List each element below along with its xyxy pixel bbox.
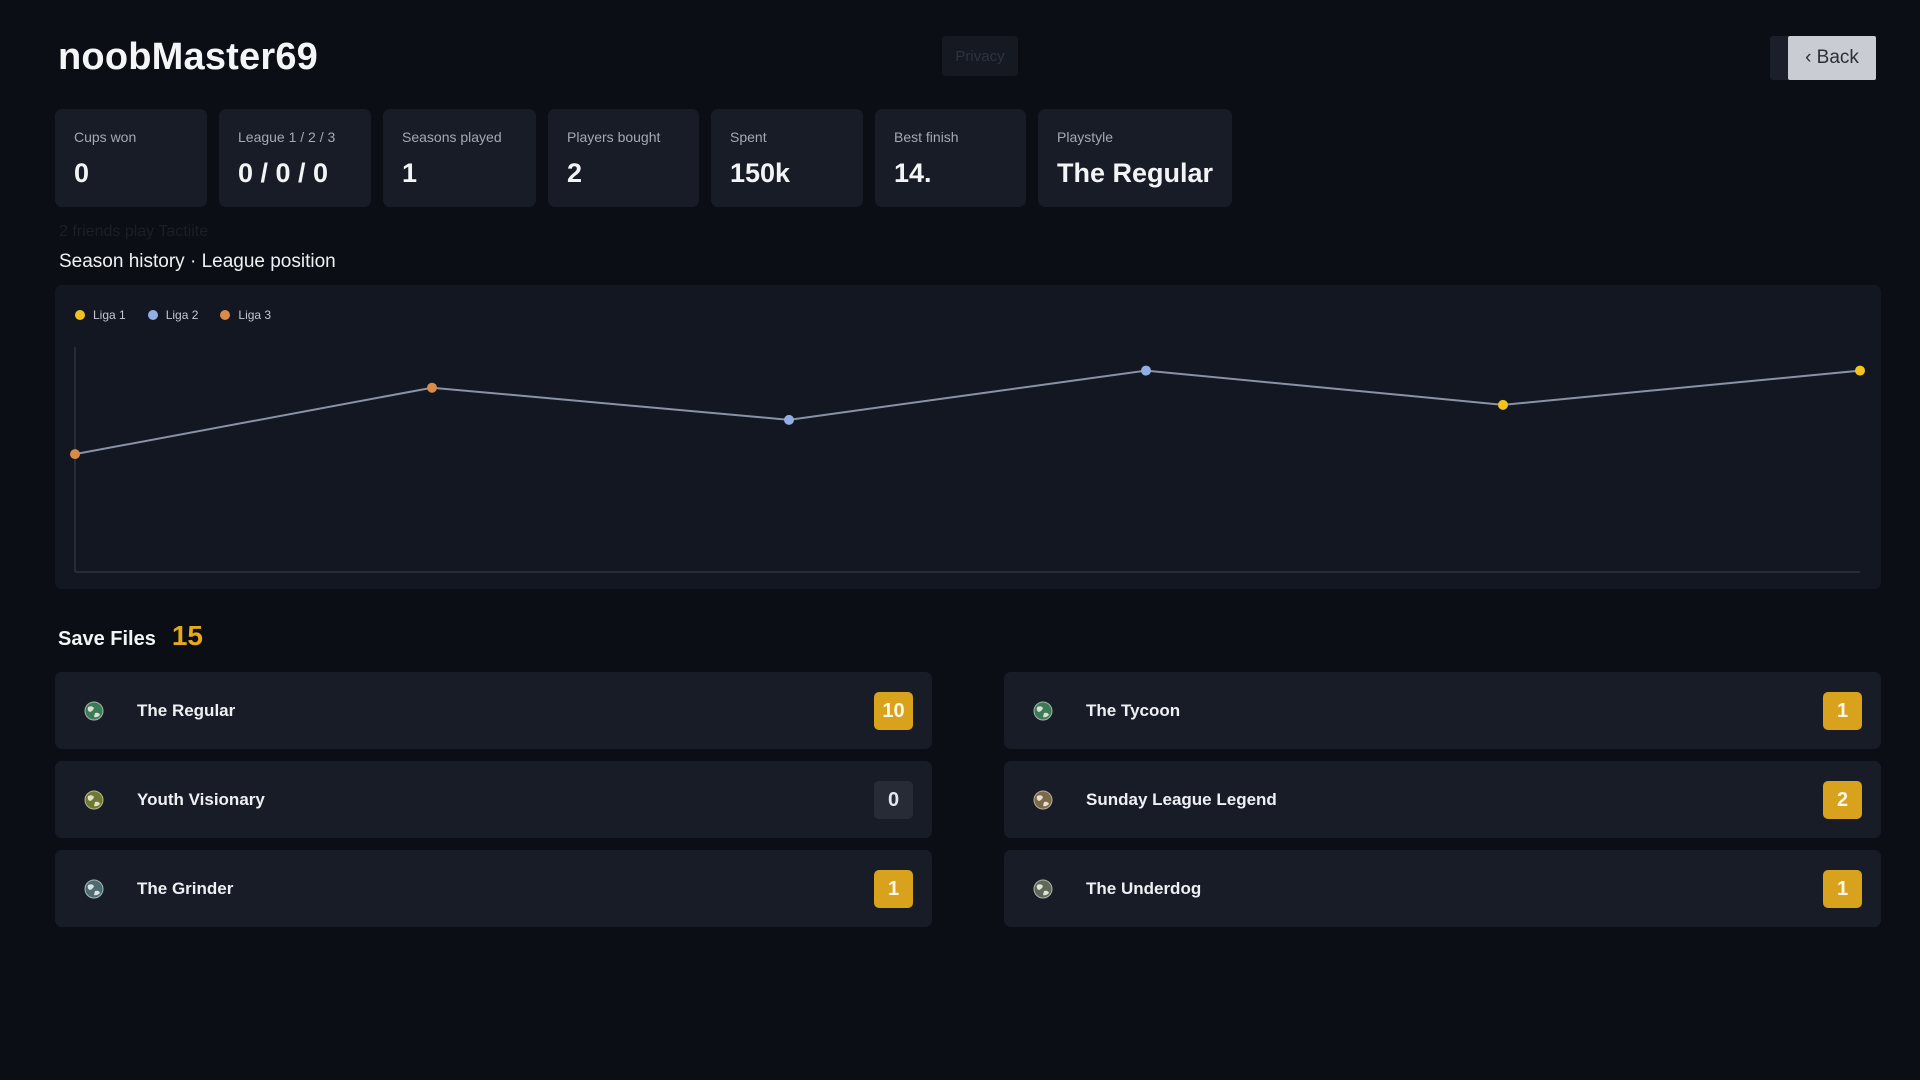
save-file-name: The Grinder (137, 878, 234, 898)
stat-value: 150k (730, 158, 791, 188)
privacy-link-ghost: Privacy (942, 36, 1018, 76)
stat-value: 2 (567, 158, 583, 188)
chart-plot (70, 347, 1865, 573)
stat-label: League 1 / 2 / 3 (238, 129, 336, 145)
chart-series-line (74, 369, 1861, 456)
season-history-chart: Liga 1 Liga 2 Liga 3 (55, 285, 1881, 589)
chart-point-4[interactable] (1498, 399, 1508, 410)
globe-icon (1033, 701, 1053, 721)
chart-point-3[interactable] (1141, 365, 1151, 376)
save-file-count-badge: 2 (1823, 781, 1862, 819)
stat-label: Cups won (74, 129, 137, 145)
globe-icon (84, 790, 104, 810)
save-file-name: The Regular (137, 700, 236, 720)
stat-league-titles: League 1 / 2 / 3 0 / 0 / 0 (219, 109, 371, 207)
stat-best-finish: Best finish 14. (875, 109, 1026, 207)
stat-value: 0 / 0 / 0 (238, 158, 329, 188)
save-file-name: The Underdog (1086, 878, 1202, 898)
stat-label: Spent (730, 129, 767, 145)
stat-value: The Regular (1057, 158, 1214, 188)
stat-cups-won: Cups won 0 (55, 109, 207, 207)
stat-spent: Spent 150k (711, 109, 863, 207)
stat-value: 0 (74, 158, 90, 188)
save-file-count-badge: 1 (1823, 870, 1862, 908)
stat-playstyle: Playstyle The Regular (1038, 109, 1232, 207)
stat-seasons-played: Seasons played 1 (383, 109, 536, 207)
save-file-name: The Tycoon (1086, 700, 1181, 720)
save-file-count-badge: 10 (874, 692, 913, 730)
save-file-the-grinder[interactable]: The Grinder 1 (55, 850, 932, 927)
save-files-header: Save Files 15 (58, 620, 203, 652)
globe-icon (84, 879, 104, 899)
save-file-the-regular[interactable]: The Regular 10 (55, 672, 932, 749)
friends-text-ghost: 2 friends play Tactiite (59, 223, 209, 240)
chart-point-1[interactable] (427, 382, 437, 393)
save-file-count-badge: 1 (874, 870, 913, 908)
season-history-title: Season history · League position (59, 251, 336, 272)
save-file-sunday-league-legend[interactable]: Sunday League Legend 2 (1004, 761, 1881, 838)
save-file-youth-visionary[interactable]: Youth Visionary 0 (55, 761, 932, 838)
chart-point-2[interactable] (784, 414, 794, 425)
stat-label: Playstyle (1057, 129, 1114, 145)
save-file-count-badge: 0 (874, 781, 913, 819)
save-file-name: Youth Visionary (137, 789, 265, 809)
stat-label: Best finish (894, 129, 959, 145)
save-file-the-underdog[interactable]: The Underdog 1 (1004, 850, 1881, 927)
save-files-title: Save Files (58, 628, 156, 650)
stat-label: Seasons played (402, 129, 502, 145)
stat-value: 1 (402, 158, 418, 188)
save-files-count: 15 (171, 620, 203, 651)
globe-icon (1033, 879, 1053, 899)
save-files-list: The Regular 10 The Tycoon 1 Youth Vision… (55, 672, 1881, 927)
globe-icon (84, 701, 104, 721)
stat-players-bought: Players bought 2 (548, 109, 699, 207)
player-name: noobMaster69 (58, 36, 319, 78)
stats-row: Cups won 0 League 1 / 2 / 3 0 / 0 / 0 Se… (55, 109, 1232, 207)
profile-page: Privacy ‹ Back noobMaster69 Cups won 0 L… (0, 0, 1920, 1080)
save-file-name: Sunday League Legend (1086, 789, 1277, 809)
chart-point-0[interactable] (70, 449, 80, 460)
globe-icon (1033, 790, 1053, 810)
back-button[interactable]: ‹ Back (1788, 36, 1876, 80)
chart-point-5[interactable] (1855, 365, 1865, 376)
stat-value: 14. (894, 158, 932, 188)
stat-label: Players bought (567, 129, 661, 145)
save-file-count-badge: 1 (1823, 692, 1862, 730)
save-file-the-tycoon[interactable]: The Tycoon 1 (1004, 672, 1881, 749)
